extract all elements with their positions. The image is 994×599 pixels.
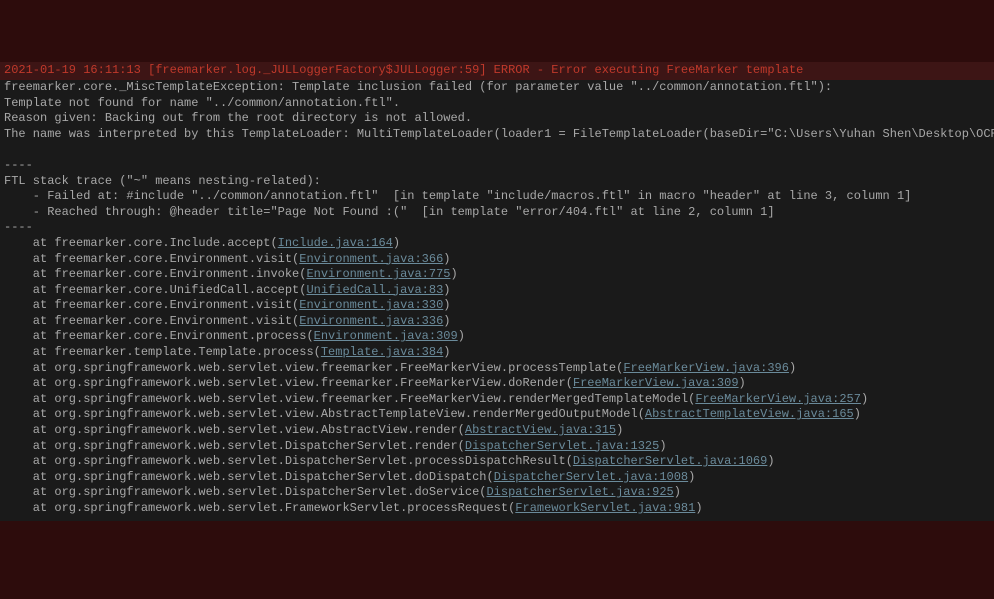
error-line xyxy=(4,142,990,158)
stack-prefix: at org.springframework.web.servlet.Dispa… xyxy=(4,485,486,499)
stack-suffix: ) xyxy=(739,376,746,390)
source-link[interactable]: Environment.java:309 xyxy=(314,329,458,343)
stack-prefix: at freemarker.template.Template.process( xyxy=(4,345,321,359)
source-link[interactable]: Environment.java:336 xyxy=(299,314,443,328)
stack-suffix: ) xyxy=(450,267,457,281)
stack-prefix: at freemarker.core.Environment.visit( xyxy=(4,252,299,266)
error-message-block: freemarker.core._MiscTemplateException: … xyxy=(4,80,990,236)
stack-prefix: at freemarker.core.Environment.visit( xyxy=(4,298,299,312)
stack-suffix: ) xyxy=(443,252,450,266)
stack-frame: at freemarker.core.UnifiedCall.accept(Un… xyxy=(4,283,990,299)
stack-suffix: ) xyxy=(443,298,450,312)
stack-suffix: ) xyxy=(443,345,450,359)
stack-prefix: at freemarker.core.Environment.invoke( xyxy=(4,267,306,281)
source-link[interactable]: Environment.java:330 xyxy=(299,298,443,312)
log-output: 2021-01-19 16:11:13 [freemarker.log._JUL… xyxy=(0,62,994,520)
source-link[interactable]: AbstractView.java:315 xyxy=(465,423,616,437)
stack-suffix: ) xyxy=(767,454,774,468)
log-body: freemarker.core._MiscTemplateException: … xyxy=(0,80,994,521)
source-link[interactable]: FreeMarkerView.java:309 xyxy=(573,376,739,390)
stack-suffix: ) xyxy=(393,236,400,250)
error-line: Template not found for name "../common/a… xyxy=(4,96,990,112)
stack-suffix: ) xyxy=(616,423,623,437)
error-line: - Reached through: @header title="Page N… xyxy=(4,205,990,221)
stack-suffix: ) xyxy=(861,392,868,406)
stack-suffix: ) xyxy=(688,470,695,484)
stack-frame: at org.springframework.web.servlet.Dispa… xyxy=(4,470,990,486)
source-link[interactable]: AbstractTemplateView.java:165 xyxy=(645,407,854,421)
stack-suffix: ) xyxy=(458,329,465,343)
error-line: ---- xyxy=(4,158,990,174)
stack-prefix: at freemarker.core.UnifiedCall.accept( xyxy=(4,283,306,297)
stack-frame: at org.springframework.web.servlet.view.… xyxy=(4,392,990,408)
error-line: The name was interpreted by this Templat… xyxy=(4,127,990,143)
source-link[interactable]: Environment.java:366 xyxy=(299,252,443,266)
stack-prefix: at org.springframework.web.servlet.view.… xyxy=(4,407,645,421)
stack-prefix: at freemarker.core.Environment.process( xyxy=(4,329,314,343)
source-link[interactable]: FreeMarkerView.java:396 xyxy=(623,361,789,375)
stack-prefix: at org.springframework.web.servlet.Dispa… xyxy=(4,470,494,484)
stack-frame: at freemarker.core.Environment.invoke(En… xyxy=(4,267,990,283)
stack-frame: at org.springframework.web.servlet.Dispa… xyxy=(4,454,990,470)
source-link[interactable]: FreeMarkerView.java:257 xyxy=(695,392,861,406)
source-link[interactable]: DispatcherServlet.java:1008 xyxy=(494,470,688,484)
log-header-line: 2021-01-19 16:11:13 [freemarker.log._JUL… xyxy=(0,62,994,80)
stack-suffix: ) xyxy=(789,361,796,375)
source-link[interactable]: DispatcherServlet.java:1069 xyxy=(573,454,767,468)
source-link[interactable]: UnifiedCall.java:83 xyxy=(306,283,443,297)
stack-frame: at freemarker.core.Environment.visit(Env… xyxy=(4,252,990,268)
stack-frame: at org.springframework.web.servlet.Dispa… xyxy=(4,439,990,455)
stack-prefix: at org.springframework.web.servlet.view.… xyxy=(4,361,623,375)
stack-suffix: ) xyxy=(443,283,450,297)
stack-frame: at org.springframework.web.servlet.view.… xyxy=(4,361,990,377)
error-line: FTL stack trace ("~" means nesting-relat… xyxy=(4,174,990,190)
stack-frame: at freemarker.core.Environment.visit(Env… xyxy=(4,314,990,330)
stack-suffix: ) xyxy=(659,439,666,453)
source-link[interactable]: Environment.java:775 xyxy=(306,267,450,281)
stack-prefix: at org.springframework.web.servlet.Dispa… xyxy=(4,439,465,453)
stack-frame: at org.springframework.web.servlet.Frame… xyxy=(4,501,990,517)
stack-prefix: at org.springframework.web.servlet.view.… xyxy=(4,423,465,437)
stack-frame: at org.springframework.web.servlet.view.… xyxy=(4,407,990,423)
stack-frame: at org.springframework.web.servlet.view.… xyxy=(4,376,990,392)
stack-suffix: ) xyxy=(674,485,681,499)
error-line: ---- xyxy=(4,220,990,236)
stack-frame: at freemarker.core.Environment.visit(Env… xyxy=(4,298,990,314)
source-link[interactable]: DispatcherServlet.java:925 xyxy=(486,485,673,499)
error-line: - Failed at: #include "../common/annotat… xyxy=(4,189,990,205)
stack-prefix: at org.springframework.web.servlet.Dispa… xyxy=(4,454,573,468)
stack-prefix: at freemarker.core.Environment.visit( xyxy=(4,314,299,328)
source-link[interactable]: Include.java:164 xyxy=(278,236,393,250)
source-link[interactable]: DispatcherServlet.java:1325 xyxy=(465,439,659,453)
stack-suffix: ) xyxy=(854,407,861,421)
stack-prefix: at org.springframework.web.servlet.view.… xyxy=(4,376,573,390)
stack-trace-block: at freemarker.core.Include.accept(Includ… xyxy=(4,236,990,517)
stack-prefix: at org.springframework.web.servlet.Frame… xyxy=(4,501,515,515)
stack-suffix: ) xyxy=(443,314,450,328)
error-line: Reason given: Backing out from the root … xyxy=(4,111,990,127)
stack-frame: at org.springframework.web.servlet.Dispa… xyxy=(4,485,990,501)
source-link[interactable]: FrameworkServlet.java:981 xyxy=(515,501,695,515)
source-link[interactable]: Template.java:384 xyxy=(321,345,443,359)
stack-suffix: ) xyxy=(695,501,702,515)
error-line: freemarker.core._MiscTemplateException: … xyxy=(4,80,990,96)
stack-frame: at freemarker.core.Include.accept(Includ… xyxy=(4,236,990,252)
stack-prefix: at org.springframework.web.servlet.view.… xyxy=(4,392,695,406)
stack-frame: at freemarker.core.Environment.process(E… xyxy=(4,329,990,345)
stack-prefix: at freemarker.core.Include.accept( xyxy=(4,236,278,250)
stack-frame: at freemarker.template.Template.process(… xyxy=(4,345,990,361)
stack-frame: at org.springframework.web.servlet.view.… xyxy=(4,423,990,439)
